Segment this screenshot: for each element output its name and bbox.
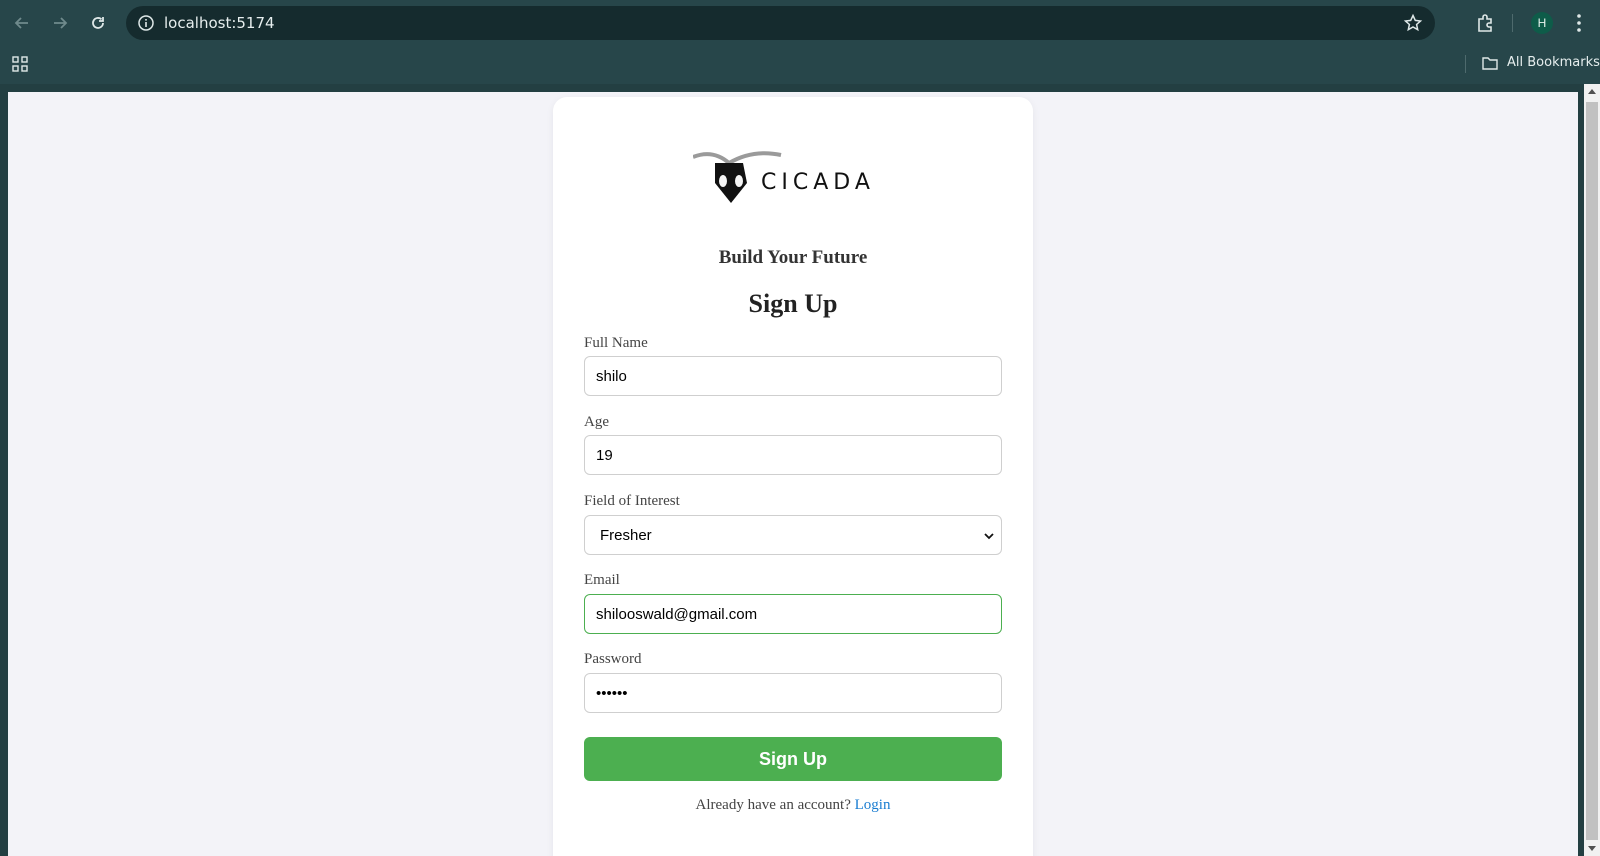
profile-avatar[interactable]: H bbox=[1531, 12, 1553, 34]
scrollbar-thumb[interactable] bbox=[1586, 102, 1598, 840]
address-bar[interactable]: localhost:5174 bbox=[126, 6, 1435, 40]
login-prompt-text: Already have an account? bbox=[695, 797, 855, 813]
cicada-logo: CICADA bbox=[693, 151, 873, 203]
star-icon[interactable] bbox=[1403, 13, 1423, 33]
page-title: Sign Up bbox=[748, 289, 838, 318]
full-name-input[interactable]: shilo bbox=[584, 356, 1002, 396]
field-of-interest-select[interactable]: Fresher bbox=[584, 515, 1002, 555]
page-viewport: CICADA Build Your Future Sign Up Full Na… bbox=[8, 92, 1578, 856]
folder-icon[interactable] bbox=[1481, 54, 1499, 72]
signup-card: CICADA Build Your Future Sign Up Full Na… bbox=[553, 97, 1033, 856]
sign-up-button[interactable]: Sign Up bbox=[584, 737, 1002, 781]
kebab-menu-icon[interactable] bbox=[1572, 12, 1586, 34]
scroll-up-arrow-icon[interactable] bbox=[1588, 89, 1596, 94]
page-scrollbar[interactable] bbox=[1584, 84, 1600, 856]
info-icon[interactable] bbox=[136, 13, 156, 33]
email-label: Email bbox=[584, 572, 620, 588]
password-label: Password bbox=[584, 651, 642, 667]
page-left-edge bbox=[0, 84, 8, 856]
email-input[interactable]: shilooswald@gmail.com bbox=[584, 594, 1002, 634]
forward-icon[interactable] bbox=[47, 10, 73, 36]
chevron-down-icon bbox=[984, 533, 994, 540]
reload-icon[interactable] bbox=[85, 10, 111, 36]
apps-grid-icon[interactable] bbox=[11, 55, 29, 73]
extensions-icon[interactable] bbox=[1475, 12, 1497, 34]
field-of-interest-value: Fresher bbox=[600, 526, 652, 544]
age-label: Age bbox=[584, 414, 609, 430]
toolbar-divider bbox=[1512, 14, 1513, 32]
age-input[interactable]: 19 bbox=[584, 435, 1002, 475]
browser-chrome: localhost:5174 H All Bookmarks bbox=[0, 0, 1600, 84]
bookmarks-divider bbox=[1465, 55, 1466, 73]
browser-toolbar: localhost:5174 H bbox=[0, 0, 1600, 46]
bookmarks-bar: All Bookmarks bbox=[0, 48, 1600, 82]
login-link[interactable]: Login bbox=[855, 797, 891, 813]
login-prompt-line: Already have an account? Login bbox=[553, 797, 1033, 814]
url-text[interactable]: localhost:5174 bbox=[164, 14, 275, 32]
password-input[interactable]: •••••• bbox=[584, 673, 1002, 713]
scroll-down-arrow-icon[interactable] bbox=[1588, 846, 1596, 851]
tagline: Build Your Future bbox=[718, 247, 868, 268]
full-name-label: Full Name bbox=[584, 335, 648, 351]
field-of-interest-label: Field of Interest bbox=[584, 493, 680, 509]
logo-text: CICADA bbox=[761, 170, 873, 195]
back-icon[interactable] bbox=[9, 10, 35, 36]
all-bookmarks-label[interactable]: All Bookmarks bbox=[1507, 55, 1600, 70]
